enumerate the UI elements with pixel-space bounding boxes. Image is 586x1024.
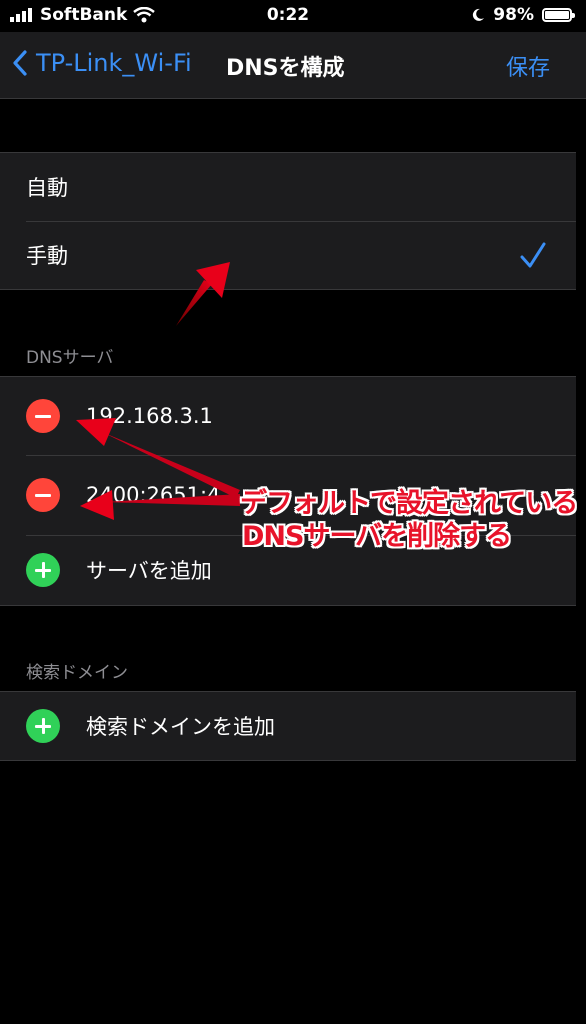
add-search-domain-label: 検索ドメインを追加 <box>86 715 275 739</box>
dns-server-group: 192.168.3.1 2400:2651:4 サーバを追加 <box>0 376 576 606</box>
chevron-left-icon <box>13 50 27 76</box>
battery-icon <box>542 8 575 22</box>
search-domain-section-header: 検索ドメイン <box>26 663 128 683</box>
dns-server-row: 2400:2651:4 <box>0 455 576 535</box>
battery-fill <box>545 11 569 19</box>
dns-server-address: 192.168.3.1 <box>86 404 213 428</box>
dns-server-address: 2400:2651:4 <box>86 483 221 507</box>
mode-group: 自動 手動 <box>0 152 576 290</box>
dns-section-header: DNSサーバ <box>26 348 114 368</box>
back-button-label: TP-Link_Wi-Fi <box>36 49 192 77</box>
battery-percent: 98% <box>493 5 534 25</box>
checkmark-icon <box>520 242 546 268</box>
dns-server-row: 192.168.3.1 <box>0 377 576 455</box>
mode-option-manual[interactable]: 手動 <box>0 221 576 289</box>
add-server-icon <box>26 553 60 587</box>
add-search-domain-icon <box>26 709 60 743</box>
save-button[interactable]: 保存 <box>506 50 550 82</box>
mode-option-label: 手動 <box>26 244 68 268</box>
navigation-bar: TP-Link_Wi-Fi DNSを構成 保存 <box>0 32 586 99</box>
status-bar: SoftBank 0:22 98% <box>0 0 586 32</box>
delete-server-button[interactable] <box>26 478 60 512</box>
add-search-domain-row[interactable]: 検索ドメインを追加 <box>0 692 576 760</box>
add-server-row[interactable]: サーバを追加 <box>0 535 576 605</box>
mode-option-label: 自動 <box>26 176 68 200</box>
search-domain-group: 検索ドメインを追加 <box>0 691 576 761</box>
back-button[interactable]: TP-Link_Wi-Fi <box>12 49 192 77</box>
mode-option-automatic[interactable]: 自動 <box>0 153 576 221</box>
add-server-label: サーバを追加 <box>86 559 212 583</box>
status-right: 98% <box>471 5 575 25</box>
delete-server-button[interactable] <box>26 399 60 433</box>
page-title: DNSを構成 <box>226 56 345 81</box>
moon-icon <box>473 8 485 21</box>
